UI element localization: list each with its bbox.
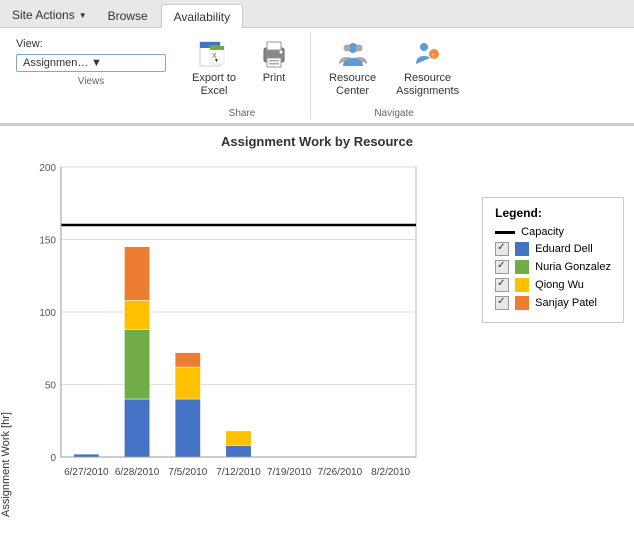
dropdown-arrow-icon: ▼ (79, 11, 87, 20)
legend-checkbox-3 (495, 278, 509, 292)
legend-item-sanjay: Sanjay Patel (495, 296, 611, 310)
svg-text:100: 100 (39, 308, 56, 319)
print-label: Print (263, 72, 286, 85)
legend-capacity-label: Capacity (521, 226, 564, 238)
view-label: View: (16, 38, 166, 50)
legend-color-2 (515, 260, 529, 274)
view-dropdown-value: Assignment Work by reso... (23, 57, 91, 69)
views-section-label: Views (16, 76, 166, 87)
y-axis-label: Assignment Work [hr] (0, 157, 12, 517)
svg-text:7/19/2010: 7/19/2010 (267, 467, 312, 478)
legend-color-4 (515, 296, 529, 310)
browse-tab[interactable]: Browse (95, 3, 161, 27)
svg-text:6/28/2010: 6/28/2010 (115, 467, 160, 478)
resource-center-label: ResourceCenter (329, 72, 376, 98)
print-button[interactable]: Print (250, 36, 298, 87)
view-dropdown-arrow: ▼ (91, 57, 159, 69)
legend-item-qiong: Qiong Wu (495, 278, 611, 292)
legend-item-nuria: Nuria Gonzalez (495, 260, 611, 274)
resource-assignments-label: ResourceAssignments (396, 72, 459, 98)
resource-assignments-icon: ↑ (412, 38, 444, 70)
svg-text:8/2/2010: 8/2/2010 (371, 467, 410, 478)
legend-item-capacity: Capacity (495, 226, 611, 238)
availability-label: Availability (174, 10, 230, 24)
legend-checkbox-1 (495, 242, 509, 256)
svg-text:150: 150 (39, 236, 56, 247)
share-items: X ▼ Export toExcel (186, 32, 298, 104)
resource-center-icon (337, 38, 369, 70)
legend-item-eduard: Eduard Dell (495, 242, 611, 256)
view-dropdown[interactable]: Assignment Work by reso... ▼ (16, 54, 166, 72)
site-actions-label: Site Actions (12, 8, 75, 22)
legend-color-3 (515, 278, 529, 292)
svg-text:↑: ↑ (431, 51, 435, 60)
legend-checkbox-2 (495, 260, 509, 274)
svg-text:7/5/2010: 7/5/2010 (168, 467, 207, 478)
ribbon: View: Assignment Work by reso... ▼ Views (0, 28, 634, 126)
capacity-line-icon (495, 231, 515, 234)
ribbon-content: View: Assignment Work by reso... ▼ Views (0, 28, 634, 125)
tab-bar: Site Actions ▼ Browse Availability (0, 0, 634, 28)
svg-text:7/26/2010: 7/26/2010 (318, 467, 363, 478)
chart-legend: Legend: Capacity Eduard Dell Nuria Gonza… (482, 197, 624, 323)
legend-label-4: Sanjay Patel (535, 297, 597, 309)
share-section: X ▼ Export toExcel (174, 32, 311, 119)
legend-color-1 (515, 242, 529, 256)
share-label: Share (229, 108, 256, 119)
browse-label: Browse (108, 9, 148, 23)
navigate-items: ResourceCenter ↑ ResourceAssignments (323, 32, 465, 104)
chart-body: Assignment Work [hr] 0 50 100 150 200 6/27/20… (0, 157, 634, 517)
svg-text:0: 0 (50, 453, 56, 464)
site-actions-tab[interactable]: Site Actions ▼ (4, 3, 95, 27)
export-excel-button[interactable]: X ▼ Export toExcel (186, 36, 242, 100)
legend-checkbox-4 (495, 296, 509, 310)
svg-text:50: 50 (45, 381, 57, 392)
navigate-label: Navigate (374, 108, 413, 119)
legend-label-3: Qiong Wu (535, 279, 584, 291)
export-excel-label: Export toExcel (192, 72, 236, 98)
export-excel-icon: X ▼ (198, 38, 230, 70)
navigate-section: ResourceCenter ↑ ResourceAssignments Nav… (311, 32, 477, 119)
legend-label-1: Eduard Dell (535, 243, 592, 255)
svg-text:6/27/2010: 6/27/2010 (64, 467, 109, 478)
view-section: View: Assignment Work by reso... ▼ Views (8, 32, 174, 119)
svg-text:7/12/2010: 7/12/2010 (216, 467, 261, 478)
legend-label-2: Nuria Gonzalez (535, 261, 611, 273)
svg-text:▼: ▼ (214, 58, 219, 64)
availability-tab[interactable]: Availability (161, 4, 243, 28)
chart-wrapper: Assignment Work by Resource Assignment W… (0, 126, 634, 516)
chart-svg-wrapper: 0 50 100 150 200 6/27/2010 6/28/2010 7/5/2010 7/… (16, 157, 634, 517)
resource-center-button[interactable]: ResourceCenter (323, 36, 382, 100)
legend-title: Legend: (495, 206, 611, 220)
resource-assignments-button[interactable]: ↑ ResourceAssignments (390, 36, 465, 100)
print-icon (258, 38, 290, 70)
chart-title: Assignment Work by Resource (0, 134, 634, 149)
svg-text:200: 200 (39, 163, 56, 174)
